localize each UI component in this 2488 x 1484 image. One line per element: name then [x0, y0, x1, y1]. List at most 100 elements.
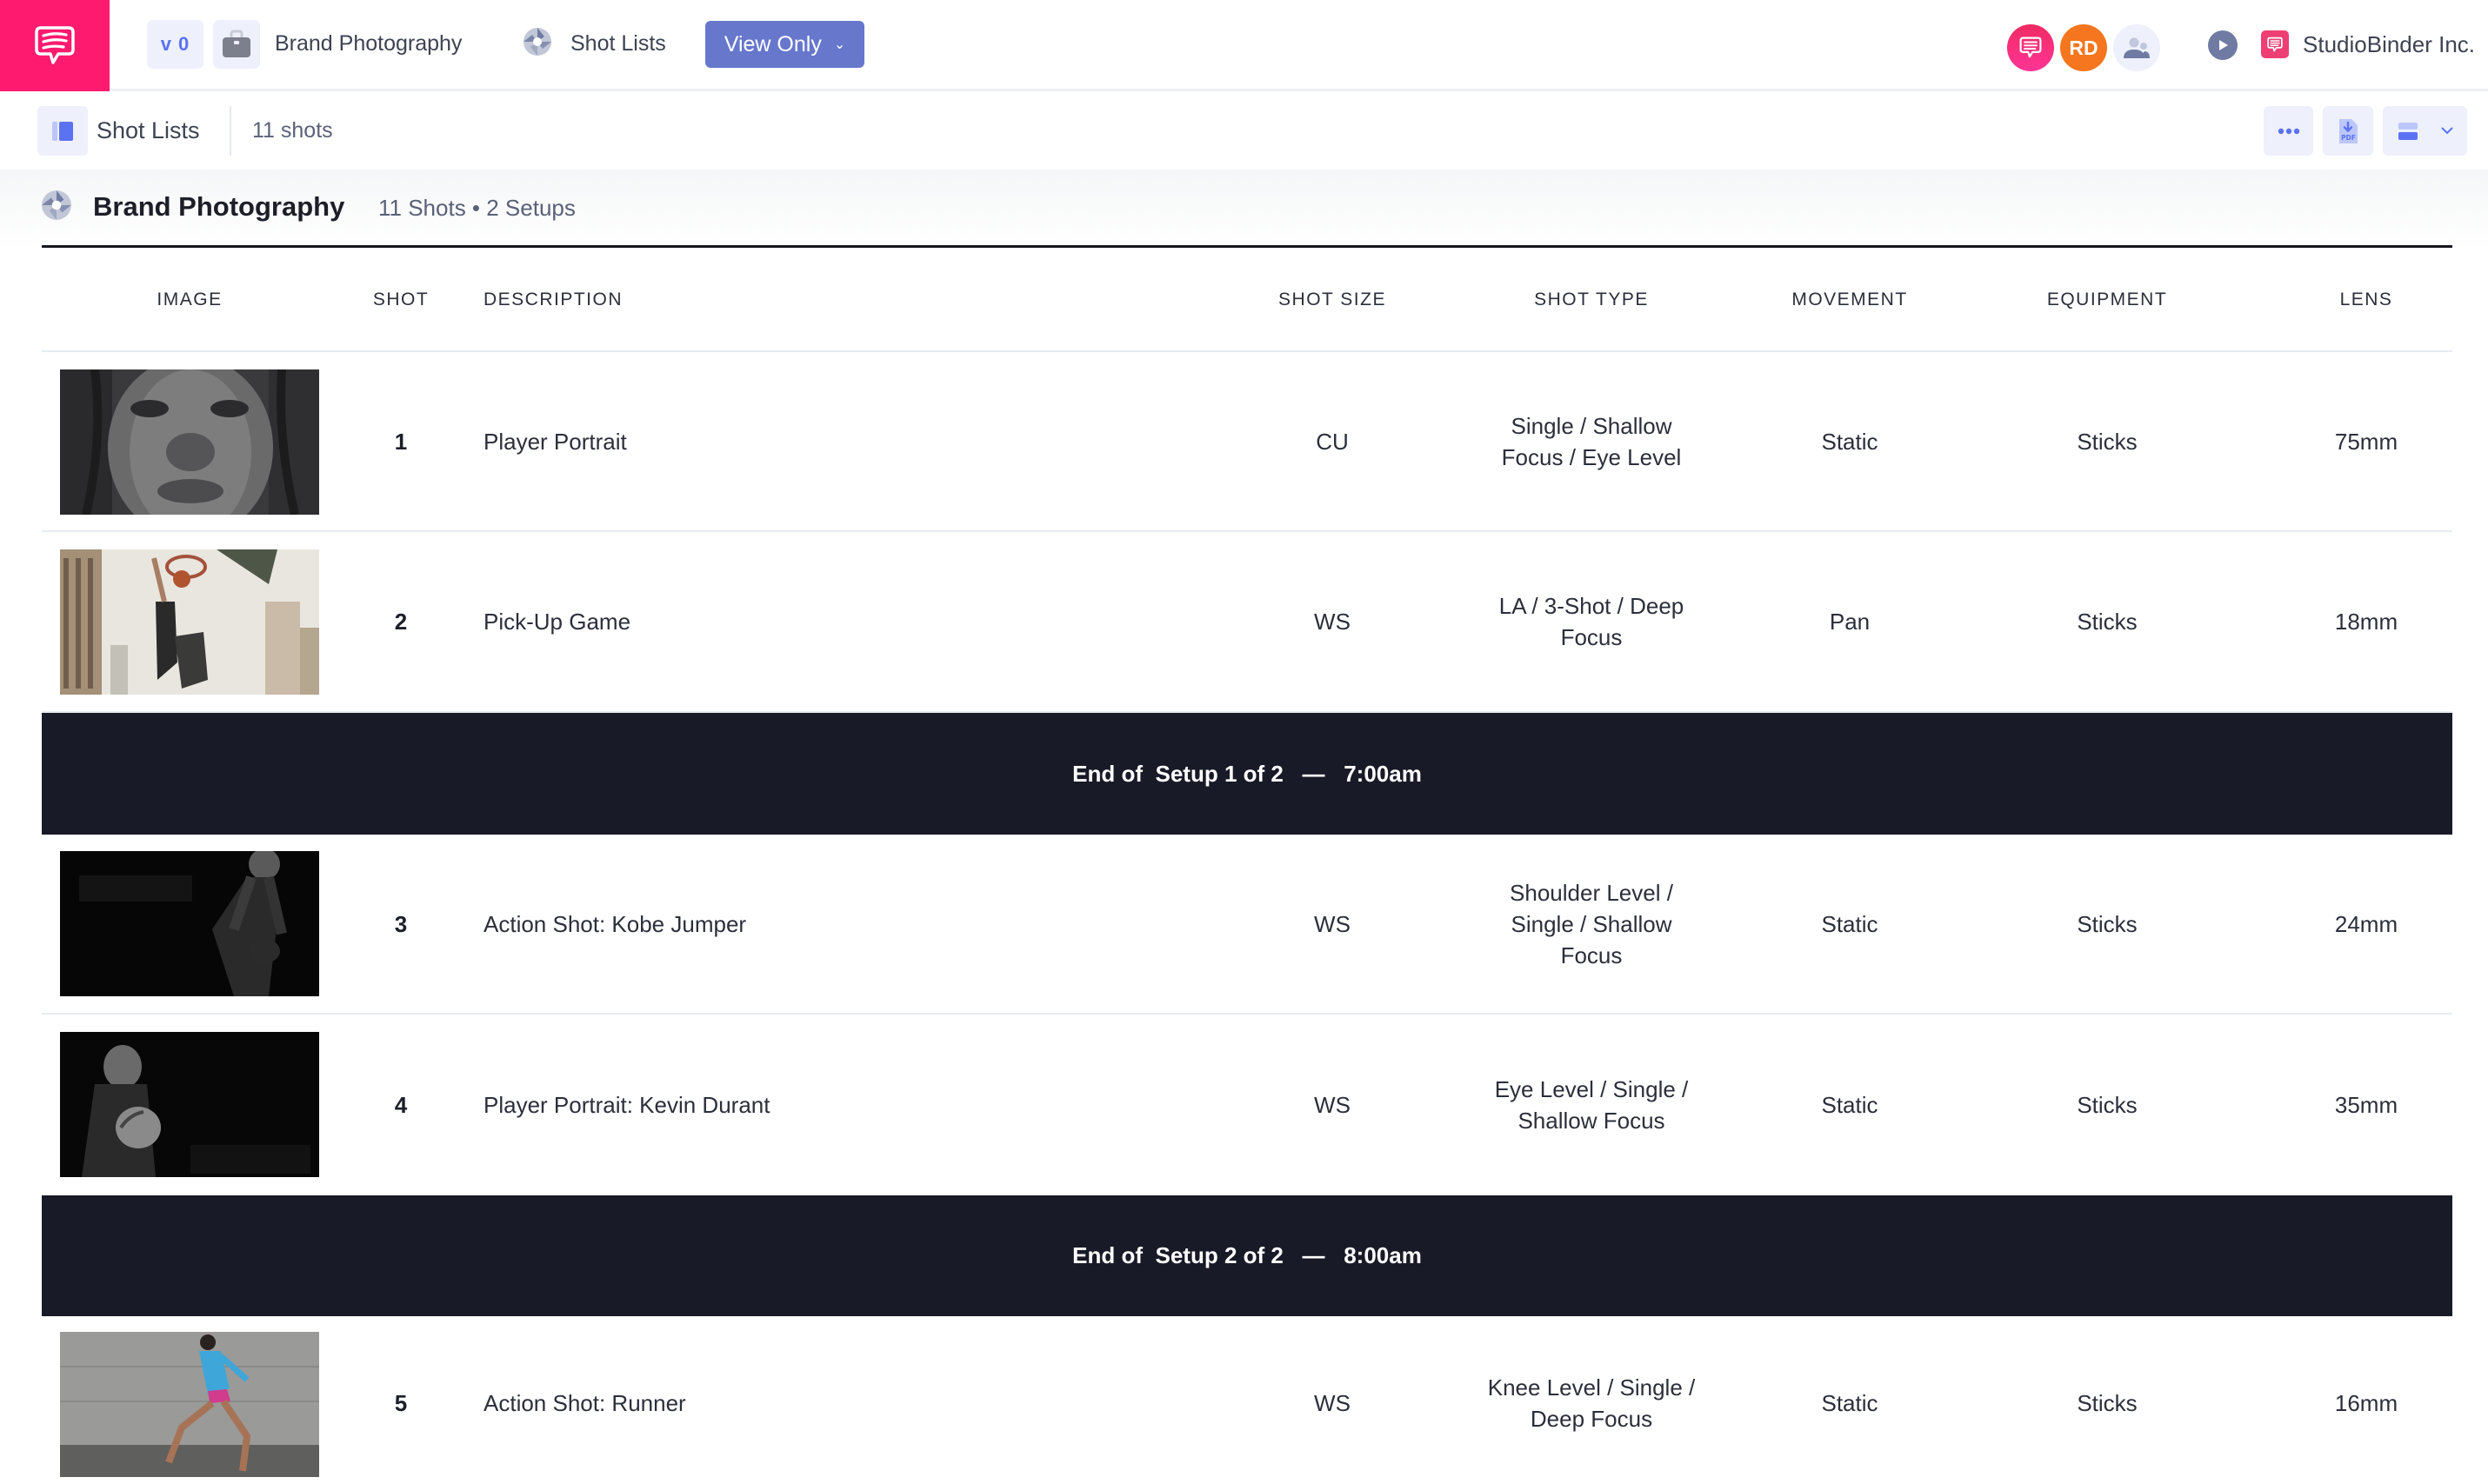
table-row[interactable]: 3 Action Shot: Kobe Jumper WS Shoulder L…: [42, 835, 2452, 1015]
avatar-user-rd[interactable]: RD: [2060, 24, 2107, 71]
shot-equipment[interactable]: Sticks: [1978, 352, 2237, 530]
export-pdf-button[interactable]: PDF: [2323, 106, 2373, 156]
durant-portrait-thumbnail-image: [60, 1032, 319, 1177]
briefcase-icon: [223, 30, 250, 57]
project-title: Brand Photography: [93, 191, 345, 222]
shot-lens[interactable]: 35mm: [2237, 1015, 2488, 1195]
pickup-game-thumbnail-image: [60, 549, 319, 695]
shot-movement[interactable]: Static: [1720, 1316, 1979, 1484]
project-header-bg: [0, 170, 2488, 248]
org-name[interactable]: StudioBinder Inc.: [2303, 27, 2475, 62]
breadcrumb-shot-lists[interactable]: Shot Lists: [570, 26, 666, 61]
shot-type[interactable]: LA / 3-Shot / Deep Focus: [1478, 532, 1704, 711]
shot-image[interactable]: [60, 1332, 319, 1477]
chat-bubble-icon: [2019, 37, 2042, 58]
table-row[interactable]: 2 Pick-Up Game WS LA / 3-Shot / Deep Foc…: [42, 532, 2452, 713]
runner-thumbnail-image: [60, 1332, 319, 1477]
toggle-sidebar-button[interactable]: [37, 106, 88, 156]
shutter-icon: [42, 190, 71, 220]
table-row[interactable]: 5 Action Shot: Runner WS Knee Level / Si…: [42, 1316, 2452, 1484]
shot-number: 4: [394, 1092, 408, 1118]
version-badge[interactable]: v 0: [147, 20, 203, 69]
shot-type[interactable]: Eye Level / Single / Shallow Focus: [1478, 1015, 1704, 1195]
shot-image[interactable]: [60, 549, 319, 695]
shot-type[interactable]: Single / Shallow Focus / Eye Level: [1478, 352, 1704, 530]
more-options-button[interactable]: [2264, 106, 2313, 156]
shot-size[interactable]: CU: [1204, 352, 1461, 530]
team-members-button[interactable]: [2113, 24, 2160, 71]
column-header-description[interactable]: DESCRIPTION: [484, 248, 1005, 352]
layout-view-dropdown[interactable]: [2383, 106, 2467, 156]
ellipsis-icon: [2278, 128, 2299, 134]
setup-end-banner: End of Setup 1 of 2 — 7:00am: [42, 713, 2452, 835]
column-header-shot-size[interactable]: SHOT SIZE: [1204, 248, 1461, 352]
shot-image[interactable]: [60, 1032, 319, 1177]
breadcrumb-project[interactable]: Brand Photography: [275, 26, 462, 61]
banner-setup: Setup 1 of 2: [1155, 760, 1284, 787]
studiobinder-logo[interactable]: [0, 0, 110, 91]
top-nav-bar: v 0 Brand Photography Shot Lists View On…: [0, 0, 2488, 91]
shot-equipment[interactable]: Sticks: [1978, 1015, 2237, 1195]
avatar-initials: RD: [2069, 36, 2098, 59]
column-header-lens[interactable]: LENS: [2237, 248, 2488, 352]
banner-prefix: End of: [1072, 760, 1144, 787]
column-header-image[interactable]: IMAGE: [42, 248, 337, 352]
shot-description[interactable]: Player Portrait: Kevin Durant: [484, 1015, 1179, 1195]
shutter-icon: [524, 28, 551, 56]
shot-image[interactable]: [60, 369, 319, 515]
avatar-studiobinder[interactable]: [2007, 24, 2054, 71]
shot-size[interactable]: WS: [1204, 1316, 1461, 1484]
play-icon: [2219, 40, 2228, 50]
shot-equipment[interactable]: Sticks: [1978, 835, 2237, 1013]
banner-dash: —: [1302, 760, 1325, 787]
shot-description[interactable]: Action Shot: Kobe Jumper: [484, 835, 1179, 1013]
table-header: IMAGE SHOT DESCRIPTION SHOT SIZE SHOT TY…: [42, 248, 2452, 352]
org-logo[interactable]: [2261, 30, 2289, 58]
shot-number: 5: [394, 1390, 408, 1416]
table-row[interactable]: 4 Player Portrait: Kevin Durant WS Eye L…: [42, 1015, 2452, 1195]
column-header-equipment[interactable]: EQUIPMENT: [1978, 248, 2237, 352]
chevron-down-icon: ⌄: [833, 37, 846, 52]
project-meta: 11 Shots • 2 Setups: [378, 195, 576, 221]
chat-bubble-icon: [2267, 37, 2283, 51]
shot-movement[interactable]: Static: [1720, 352, 1979, 530]
portrait-thumbnail-image: [60, 369, 319, 515]
banner-prefix: End of: [1072, 1242, 1144, 1268]
shot-equipment[interactable]: Sticks: [1978, 1316, 2237, 1484]
shot-size[interactable]: WS: [1204, 1015, 1461, 1195]
toolbar-title: Shot Lists: [97, 117, 200, 143]
shot-image[interactable]: [60, 851, 319, 996]
shot-size[interactable]: WS: [1204, 532, 1461, 711]
table-row[interactable]: 1 Player Portrait CU Single / Shallow Fo…: [42, 352, 2452, 532]
banner-dash: —: [1302, 1242, 1325, 1268]
play-tutorial-button[interactable]: [2208, 30, 2238, 60]
shot-movement[interactable]: Static: [1720, 1015, 1979, 1195]
shot-number: 2: [394, 609, 408, 635]
column-header-shot[interactable]: SHOT: [355, 248, 447, 352]
shot-type[interactable]: Knee Level / Single / Deep Focus: [1478, 1316, 1704, 1484]
chat-bubble-logo-icon: [35, 25, 75, 64]
shot-movement[interactable]: Pan: [1720, 532, 1979, 711]
shot-description[interactable]: Player Portrait: [484, 352, 1179, 530]
shot-lens[interactable]: 18mm: [2237, 532, 2488, 711]
shot-equipment[interactable]: Sticks: [1978, 532, 2237, 711]
svg-text:PDF: PDF: [2341, 134, 2356, 142]
shot-list-toolbar: Shot Lists 11 shots PDF: [0, 91, 2488, 170]
layout-rows-icon: [2398, 122, 2418, 140]
shot-lens[interactable]: 75mm: [2237, 352, 2488, 530]
shot-lens[interactable]: 24mm: [2237, 835, 2488, 1013]
view-mode-dropdown[interactable]: View Only ⌄: [705, 21, 864, 68]
shot-type[interactable]: Shoulder Level / Single / Shallow Focus: [1478, 835, 1704, 1013]
project-icon-button[interactable]: [213, 20, 260, 69]
shot-movement[interactable]: Static: [1720, 835, 1979, 1013]
column-header-shot-type[interactable]: SHOT TYPE: [1461, 248, 1722, 352]
shot-description[interactable]: Action Shot: Runner: [484, 1316, 1179, 1484]
shot-number: 3: [394, 910, 408, 937]
view-mode-label: View Only: [724, 31, 822, 57]
column-header-movement[interactable]: MOVEMENT: [1720, 248, 1979, 352]
shot-lens[interactable]: 16mm: [2237, 1316, 2488, 1484]
shot-count: 11 shots: [252, 118, 333, 143]
shot-description[interactable]: Pick-Up Game: [484, 532, 1179, 711]
shot-size[interactable]: WS: [1204, 835, 1461, 1013]
banner-time: 8:00am: [1344, 1242, 1422, 1268]
